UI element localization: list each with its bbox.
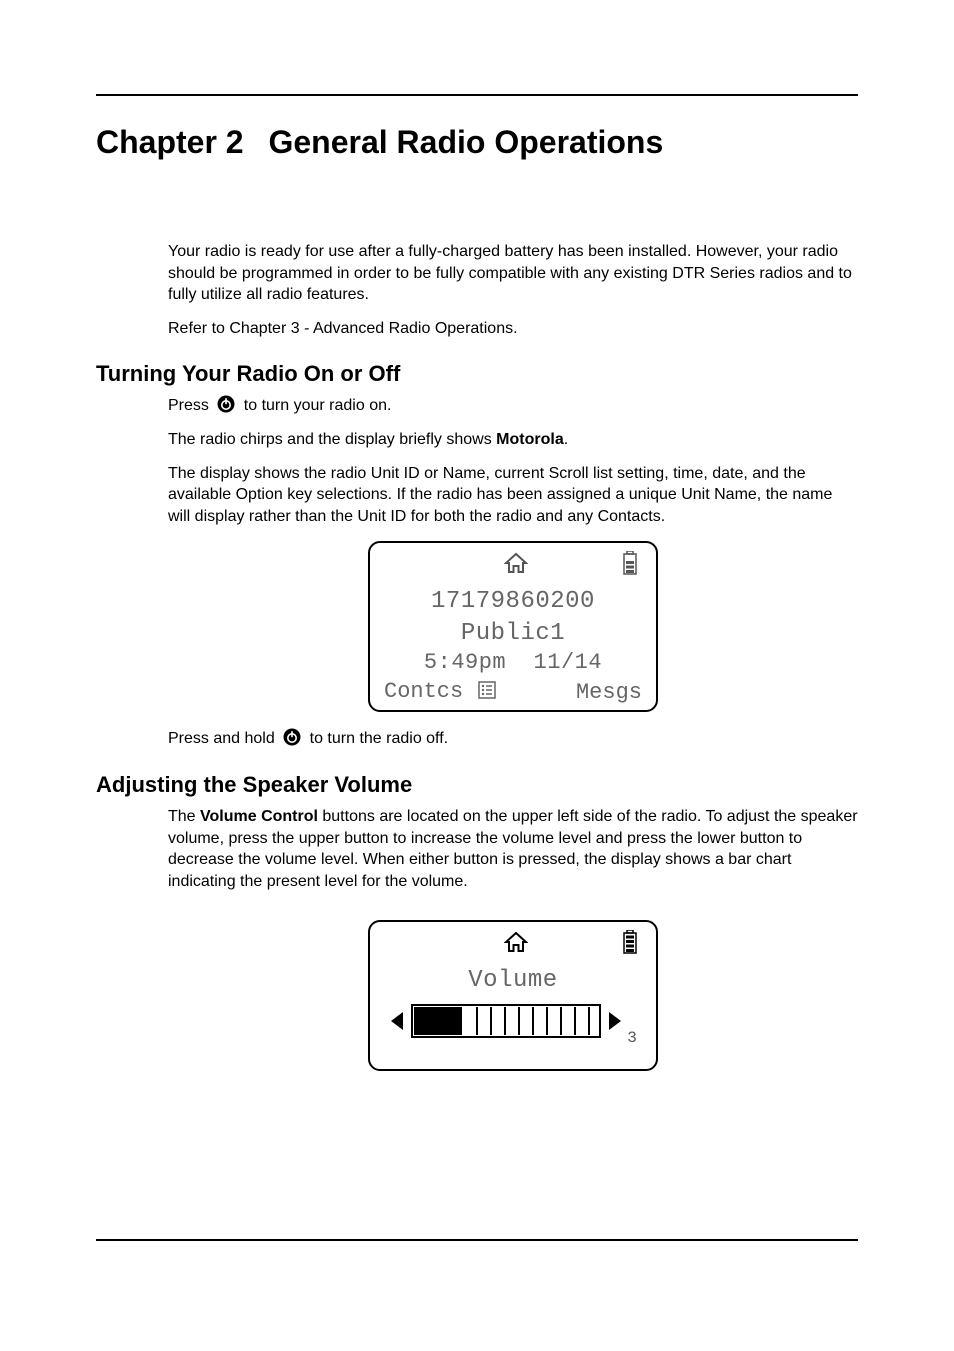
intro-paragraph-1: Your radio is ready for use after a full… xyxy=(168,241,858,306)
press-off-line: Press and hold to turn the radio off. xyxy=(168,728,858,750)
display-paragraph: The display shows the radio Unit ID or N… xyxy=(168,463,858,528)
bottom-divider xyxy=(96,1239,858,1241)
home-icon xyxy=(504,931,528,958)
volume-paragraph: The Volume Control buttons are located o… xyxy=(168,806,858,892)
screen-right-softkey: Mesgs xyxy=(576,680,642,705)
screen-scroll: Public1 xyxy=(378,618,648,649)
chapter-title: Chapter 2 General Radio Operations xyxy=(96,124,858,161)
chapter-number: Chapter 2 xyxy=(96,124,244,160)
vol-para-a: The xyxy=(168,808,200,825)
screen-date: 11/14 xyxy=(534,650,603,675)
radio-screen-main: 17179860200 Public1 5:49pm 11/14 Contcs xyxy=(368,541,658,712)
radio-screen-volume: Volume xyxy=(368,920,658,1071)
hold-suffix: to turn the radio off. xyxy=(310,730,448,747)
power-icon xyxy=(283,728,301,746)
volume-bar-row: 3 xyxy=(378,996,648,1047)
screen-left-label: Contcs xyxy=(384,679,463,704)
chirps-suffix: . xyxy=(564,431,568,448)
chapter-name: General Radio Operations xyxy=(268,124,663,160)
volume-control-bold: Volume Control xyxy=(200,808,318,825)
volume-level-number: 3 xyxy=(627,1029,637,1047)
motorola-bold: Motorola xyxy=(496,431,564,448)
volume-bar xyxy=(411,1004,601,1043)
press-prefix: Press xyxy=(168,397,213,414)
power-icon xyxy=(217,395,235,413)
press-on-line: Press to turn your radio on. xyxy=(168,395,858,417)
triangle-left-icon xyxy=(389,1010,405,1037)
top-divider xyxy=(96,94,858,96)
home-icon xyxy=(504,552,528,579)
hold-prefix: Press and hold xyxy=(168,730,279,747)
screen-time: 5:49pm xyxy=(424,650,506,675)
triangle-right-icon xyxy=(607,1010,623,1037)
screen-volume-label: Volume xyxy=(378,965,648,996)
chirps-prefix: The radio chirps and the display briefly… xyxy=(168,431,496,448)
list-icon xyxy=(478,681,496,706)
screen-unit-id: 17179860200 xyxy=(378,586,648,617)
chirps-line: The radio chirps and the display briefly… xyxy=(168,429,858,451)
section-heading-volume: Adjusting the Speaker Volume xyxy=(96,772,858,798)
battery-icon xyxy=(622,930,638,959)
press-suffix: to turn your radio on. xyxy=(244,397,392,414)
section-heading-power: Turning Your Radio On or Off xyxy=(96,361,858,387)
screen-left-softkey: Contcs xyxy=(384,679,496,706)
intro-paragraph-2: Refer to Chapter 3 - Advanced Radio Oper… xyxy=(168,318,858,340)
battery-icon xyxy=(622,551,638,580)
screen-datetime: 5:49pm 11/14 xyxy=(378,649,648,678)
